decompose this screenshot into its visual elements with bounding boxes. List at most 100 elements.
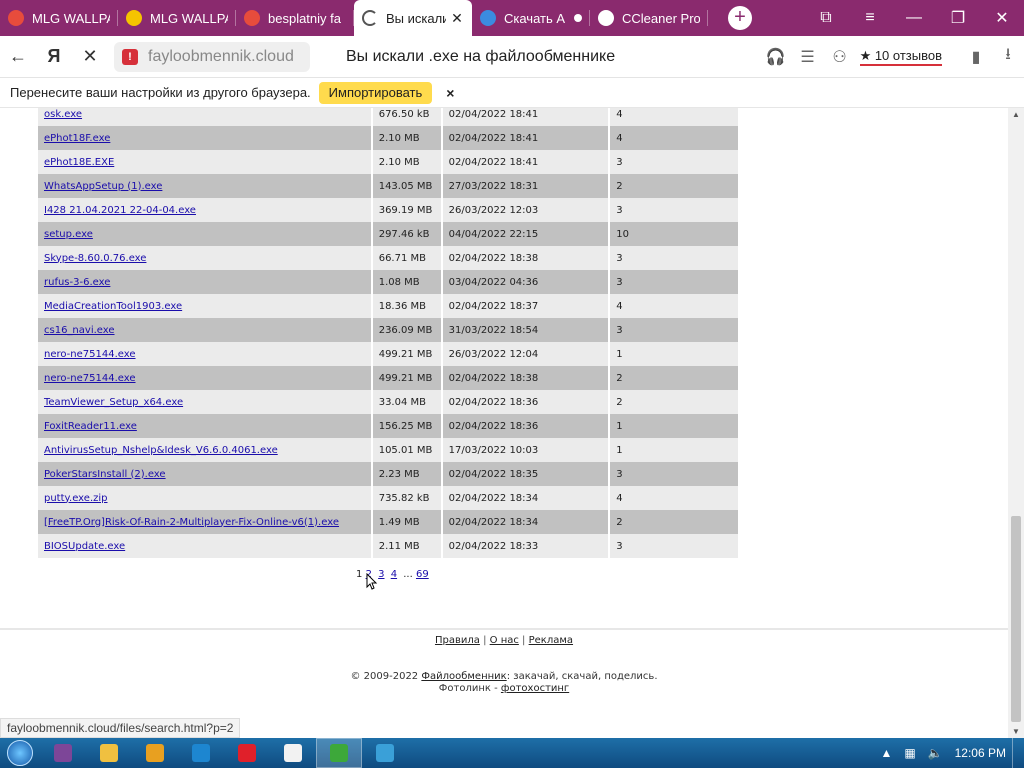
file-size: 2.23 MB <box>378 468 420 480</box>
browser-tab[interactable]: Вы искали ✕ <box>354 0 472 36</box>
file-size-cell: 18.36 MB <box>371 294 443 318</box>
file-name-link[interactable]: osk.exe <box>44 109 82 120</box>
start-button[interactable] <box>0 738 40 768</box>
taskbar-app[interactable] <box>224 738 270 768</box>
file-size: 369.19 MB <box>378 204 433 216</box>
file-name-link[interactable]: nero-ne75144.exe <box>44 349 136 360</box>
file-date: 02/04/2022 18:37 <box>448 300 539 312</box>
tabs-overview-icon[interactable]: ⧉ <box>804 9 848 27</box>
volume-icon[interactable]: 🔈 <box>928 746 943 760</box>
file-name-link[interactable]: ePhot18F.exe <box>44 133 110 144</box>
clock[interactable]: 12:06 PM <box>955 746 1006 760</box>
menu-icon[interactable]: ≡ <box>848 9 892 27</box>
download-icon[interactable]: ⭳ <box>992 43 1024 70</box>
infobar-text: Перенесите ваши настройки из другого бра… <box>10 85 311 100</box>
file-name-link[interactable]: cs16_navi.exe <box>44 325 115 336</box>
footer-separator: | <box>483 635 487 646</box>
page-link-3[interactable]: 3 <box>378 569 384 580</box>
table-row: nero-ne75144.exe 499.21 MB 02/04/2022 18:3… <box>38 366 740 390</box>
file-name-link[interactable]: WhatsAppSetup (1).exe <box>44 181 162 192</box>
reader-mode-icon[interactable]: ☰ <box>792 47 824 67</box>
browser-tab[interactable]: CCleaner Pro <box>590 0 708 36</box>
taskbar-app[interactable] <box>178 738 224 768</box>
file-name-link-cell: TeamViewer_Setup_x64.exe <box>38 390 373 414</box>
file-date-cell: 17/03/2022 10:03 <box>441 438 611 462</box>
reviews-button[interactable]: ★ 10 отзывов <box>859 48 942 66</box>
file-name-link[interactable]: I428 21.04.2021 22-04-04.exe <box>44 205 196 216</box>
insecure-warning-icon[interactable]: ! <box>122 48 138 65</box>
taskbar-app[interactable] <box>362 738 408 768</box>
file-name-link[interactable]: setup.exe <box>44 229 93 240</box>
browser-tab[interactable]: besplatniy fa <box>236 0 354 36</box>
file-name-link[interactable]: putty.exe.zip <box>44 493 108 504</box>
file-date: 02/04/2022 18:41 <box>448 108 539 120</box>
site-link[interactable]: Файлообменник <box>421 671 506 682</box>
file-downloads-cell: 2 <box>609 174 740 198</box>
bookmark-icon[interactable]: ▮ <box>960 47 992 67</box>
file-name-link[interactable]: AntivirusSetup_Nshelp&Idesk_V6.6.0.4061.… <box>44 445 278 456</box>
footer-link-about[interactable]: О нас <box>490 635 519 646</box>
footer-link-rules[interactable]: Правила <box>435 635 480 646</box>
photo-hosting-link[interactable]: фотохостинг <box>501 683 569 694</box>
url-field[interactable]: ! fayloobmennik.cloud <box>114 41 310 72</box>
file-name-link[interactable]: nero-ne75144.exe <box>44 373 136 384</box>
file-name-link[interactable]: MediaCreationTool1903.exe <box>44 301 182 312</box>
opera-icon <box>238 744 256 762</box>
infobar-close-icon[interactable]: × <box>446 85 454 101</box>
browser-tab[interactable]: MLG WALLPA <box>118 0 236 36</box>
taskbar-app[interactable] <box>316 738 362 768</box>
file-name-link-cell: PokerStarsInstall (2).exe <box>38 462 373 486</box>
edge-icon <box>480 10 496 26</box>
file-name-link[interactable]: BIOSUpdate.exe <box>44 541 125 552</box>
table-row: nero-ne75144.exe 499.21 MB 26/03/2022 12:0… <box>38 342 740 366</box>
stop-loading-icon[interactable]: ✕ <box>72 46 108 67</box>
taskbar-app[interactable] <box>40 738 86 768</box>
file-size: 2.11 MB <box>378 540 420 552</box>
browser-tab[interactable]: MLG WALLPA <box>0 0 118 36</box>
file-downloads-cell: 1 <box>609 342 740 366</box>
show-desktop-button[interactable] <box>1012 738 1024 768</box>
footer-link-ads[interactable]: Реклама <box>529 635 573 646</box>
import-button[interactable]: Импортировать <box>318 81 433 104</box>
scroll-down-icon[interactable]: ▼ <box>1008 727 1024 736</box>
file-name-link[interactable]: PokerStarsInstall (2).exe <box>44 469 166 480</box>
file-downloads-cell: 1 <box>609 438 740 462</box>
file-name-link[interactable]: FoxitReader11.exe <box>44 421 137 432</box>
restore-icon[interactable]: ❐ <box>936 8 980 28</box>
file-name-link[interactable]: [FreeTP.Org]Risk-Of-Rain-2-Multiplayer-F… <box>44 517 339 528</box>
taskbar-app[interactable] <box>86 738 132 768</box>
back-arrow-icon[interactable]: ← <box>0 46 36 67</box>
file-name-link[interactable]: ePhot18E.EXE <box>44 157 114 168</box>
page-link-4[interactable]: 4 <box>391 569 397 580</box>
file-downloads-cell: 2 <box>609 366 740 390</box>
headphones-icon[interactable]: 🎧 <box>760 47 792 67</box>
network-icon[interactable]: ▦ <box>904 746 915 760</box>
tray-expand-icon[interactable]: ▲ <box>880 746 892 760</box>
file-name-link[interactable]: Skype-8.60.0.76.exe <box>44 253 146 264</box>
scroll-up-icon[interactable]: ▲ <box>1008 110 1024 119</box>
page-link-last[interactable]: 69 <box>416 569 429 580</box>
close-window-icon[interactable]: ✕ <box>980 8 1024 28</box>
taskbar-app[interactable] <box>132 738 178 768</box>
taskbar-app[interactable] <box>270 738 316 768</box>
file-name-link-cell: [FreeTP.Org]Risk-Of-Rain-2-Multiplayer-F… <box>38 510 373 534</box>
file-date: 02/04/2022 18:36 <box>448 396 539 408</box>
file-downloads: 2 <box>616 180 623 192</box>
file-date-cell: 02/04/2022 18:38 <box>441 366 611 390</box>
new-tab-button[interactable]: + <box>728 6 752 30</box>
browser-tab[interactable]: Скачать А <box>472 0 590 36</box>
file-name-link[interactable]: rufus-3-6.exe <box>44 277 110 288</box>
file-date-cell: 31/03/2022 18:54 <box>441 318 611 342</box>
minimize-icon[interactable]: — <box>892 9 936 27</box>
scroll-thumb[interactable] <box>1011 516 1021 722</box>
vertical-scrollbar[interactable]: ▲ ▼ <box>1008 108 1024 738</box>
file-size: 676.50 kB <box>378 108 430 120</box>
file-name-link[interactable]: TeamViewer_Setup_x64.exe <box>44 397 183 408</box>
file-date: 26/03/2022 12:04 <box>448 348 539 360</box>
file-downloads-cell: 4 <box>609 108 740 126</box>
status-url: fayloobmennik.cloud/files/search.html?p=… <box>0 718 241 738</box>
tab-close-icon[interactable]: ✕ <box>450 10 464 27</box>
protect-icon[interactable]: ⚇ <box>824 47 856 67</box>
yandex-logo-icon[interactable]: Я <box>36 46 72 67</box>
file-size-cell: 33.04 MB <box>371 390 443 414</box>
